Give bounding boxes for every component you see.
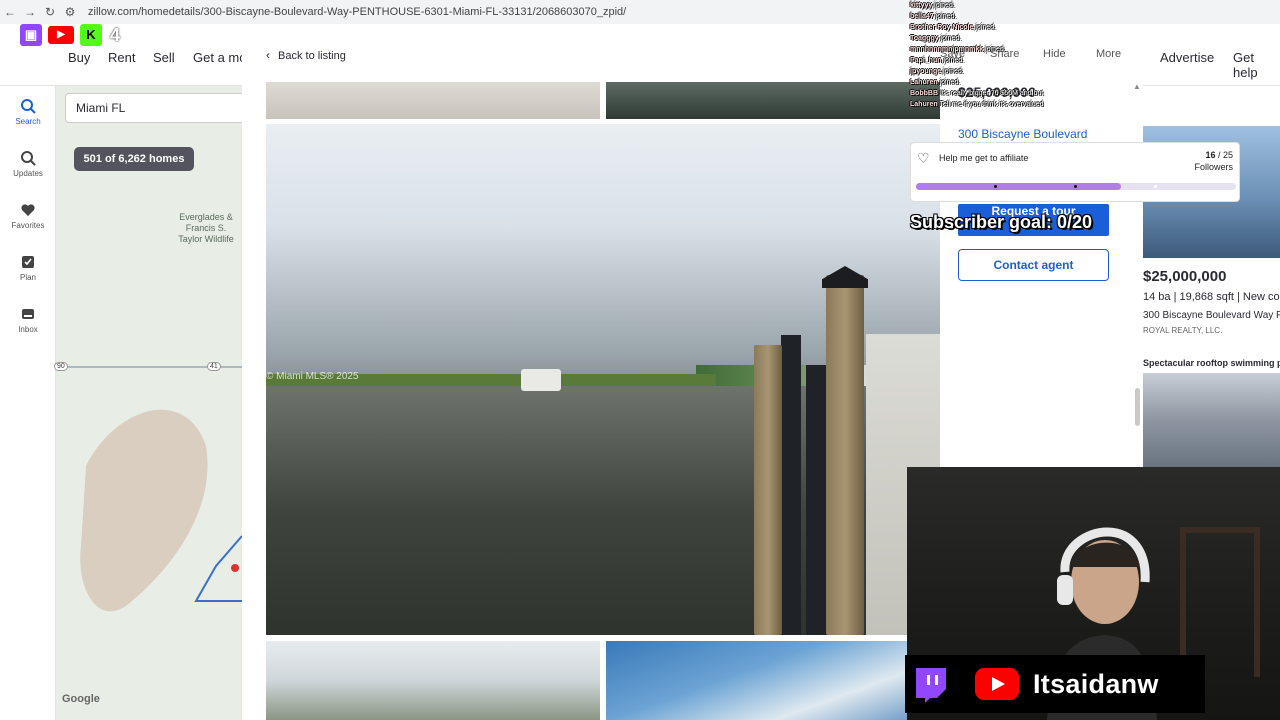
gallery-photo[interactable] [266, 641, 600, 720]
listing-card-photo[interactable] [1143, 373, 1280, 467]
search-icon [21, 99, 36, 114]
listing-card-price[interactable]: $25,000,000 [1143, 268, 1226, 285]
map[interactable] [56, 86, 242, 720]
followers-count: 16 / 25 Followers [1194, 150, 1233, 172]
streamer-banner: Itsaidanw [905, 655, 1205, 713]
gallery-photo[interactable] [606, 641, 940, 720]
address-bar[interactable]: zillow.com/homedetails/300-Biscayne-Boul… [88, 6, 626, 18]
listing-address-link[interactable]: 300 Biscayne Boulevard [958, 127, 1087, 141]
rail-item-label: Search [15, 117, 41, 126]
listing-card-meta: 14 ba | 19,868 sqft | New co [1143, 291, 1280, 303]
back-arrow-icon[interactable]: ← [0, 5, 20, 19]
chat-message: Papi_hun joined. [910, 57, 965, 64]
nav-get-mortgage[interactable]: Get a mo [193, 50, 246, 65]
affiliate-label: Help me get to affiliate [939, 153, 1029, 163]
road-marker: 41 [207, 362, 221, 371]
rail-item-label: Plan [19, 273, 36, 282]
rail-item-search[interactable]: Search [0, 98, 56, 126]
rail-item-favorites[interactable]: Favorites [0, 202, 56, 230]
twitch-icon [916, 668, 946, 703]
heart-icon: ♡ [917, 150, 930, 166]
affiliate-goal-widget: ♡ Help me get to affiliate 16 / 25 Follo… [910, 142, 1240, 202]
listing-card-tagline: Spectacular rooftop swimming pool [1143, 358, 1280, 368]
back-to-listing-link[interactable]: ‹ Back to listing [266, 48, 346, 62]
nav-advertise[interactable]: Advertise [1160, 50, 1214, 65]
nav-rent[interactable]: Rent [108, 50, 135, 65]
nav-sell[interactable]: Sell [153, 50, 175, 65]
google-logo: Google [62, 693, 100, 705]
nav-get-help[interactable]: Get help [1233, 50, 1280, 80]
chat-message: BobbBB It's really bigger 70 $50M and bu… [910, 90, 1044, 97]
chat-message: jpyounge joined. [910, 68, 964, 75]
gallery-photo[interactable] [266, 82, 600, 119]
chat-message: Brother Roy Nicole joined. [910, 24, 996, 31]
location-search-input[interactable]: Miami FL [65, 93, 245, 123]
left-rail: Search Updates Favorites Plan Inbox [0, 86, 56, 720]
rail-item-updates[interactable]: Updates [0, 150, 56, 178]
contact-agent-button[interactable]: Contact agent [958, 249, 1109, 281]
stream-chat: kittyyy joined. bella47 joined. Brother Ro… [910, 0, 1110, 110]
scroll-up-icon[interactable]: ▲ [1133, 82, 1141, 91]
map-terrain [56, 366, 242, 612]
homes-count-badge: 501 of 6,262 homes [74, 147, 194, 171]
chat-message: mnnhnnnmnjpmnmkk joined. [910, 46, 1006, 53]
followers-progress-bar [916, 183, 1236, 190]
followers-progress-fill [916, 183, 1121, 190]
rail-item-label: Inbox [18, 325, 38, 334]
checklist-icon [22, 256, 34, 268]
chat-message: Lahuren Tell me if you think it's overva… [910, 101, 1044, 108]
nav-buy[interactable]: Buy [68, 50, 90, 65]
kick-icon: K [80, 24, 102, 46]
gallery-photo-main[interactable]: © Miami MLS® 2025 [266, 124, 940, 635]
road-marker: 90 [54, 362, 68, 371]
chat-message: Toagggy joined. [910, 35, 962, 42]
mls-watermark: © Miami MLS® 2025 [266, 371, 359, 382]
rail-item-plan[interactable]: Plan [0, 254, 56, 282]
subscriber-goal: Subscriber goal: 0/20 [910, 212, 1093, 232]
youtube-icon: ▶ [48, 26, 74, 44]
chat-message: bella47 joined. [910, 13, 957, 20]
listing-card-address[interactable]: 300 Biscayne Boulevard Way Pen [1143, 310, 1280, 321]
rail-item-label: Favorites [11, 221, 45, 230]
rail-item-label: Updates [13, 169, 43, 178]
scrollbar-thumb[interactable] [1135, 388, 1140, 426]
forward-arrow-icon[interactable]: → [20, 5, 40, 19]
rail-item-inbox[interactable]: Inbox [0, 306, 56, 334]
search-icon [21, 151, 36, 166]
reload-icon[interactable]: ↻ [40, 5, 60, 19]
chat-message: kittyyy joined. [910, 2, 955, 9]
streamer-handle: Itsaidanw [1033, 668, 1159, 699]
listing-card-brokerage: ROYAL REALTY, LLC. [1143, 326, 1223, 335]
chat-message: Lahuren joined. [910, 79, 961, 86]
gallery-photo[interactable] [606, 82, 940, 119]
map-place-label: Everglades & Francis S. Taylor Wildlife [178, 212, 234, 244]
inbox-icon [22, 309, 34, 319]
stream-platforms: ▣ ▶ K 4 [20, 24, 120, 46]
twitch-icon: ▣ [20, 24, 42, 46]
youtube-icon [975, 668, 1019, 700]
chevron-left-icon: ‹ [266, 48, 270, 62]
platform-count: 4 [110, 24, 121, 45]
site-info-icon[interactable]: ⚙ [60, 5, 80, 19]
heart-icon [21, 204, 35, 216]
